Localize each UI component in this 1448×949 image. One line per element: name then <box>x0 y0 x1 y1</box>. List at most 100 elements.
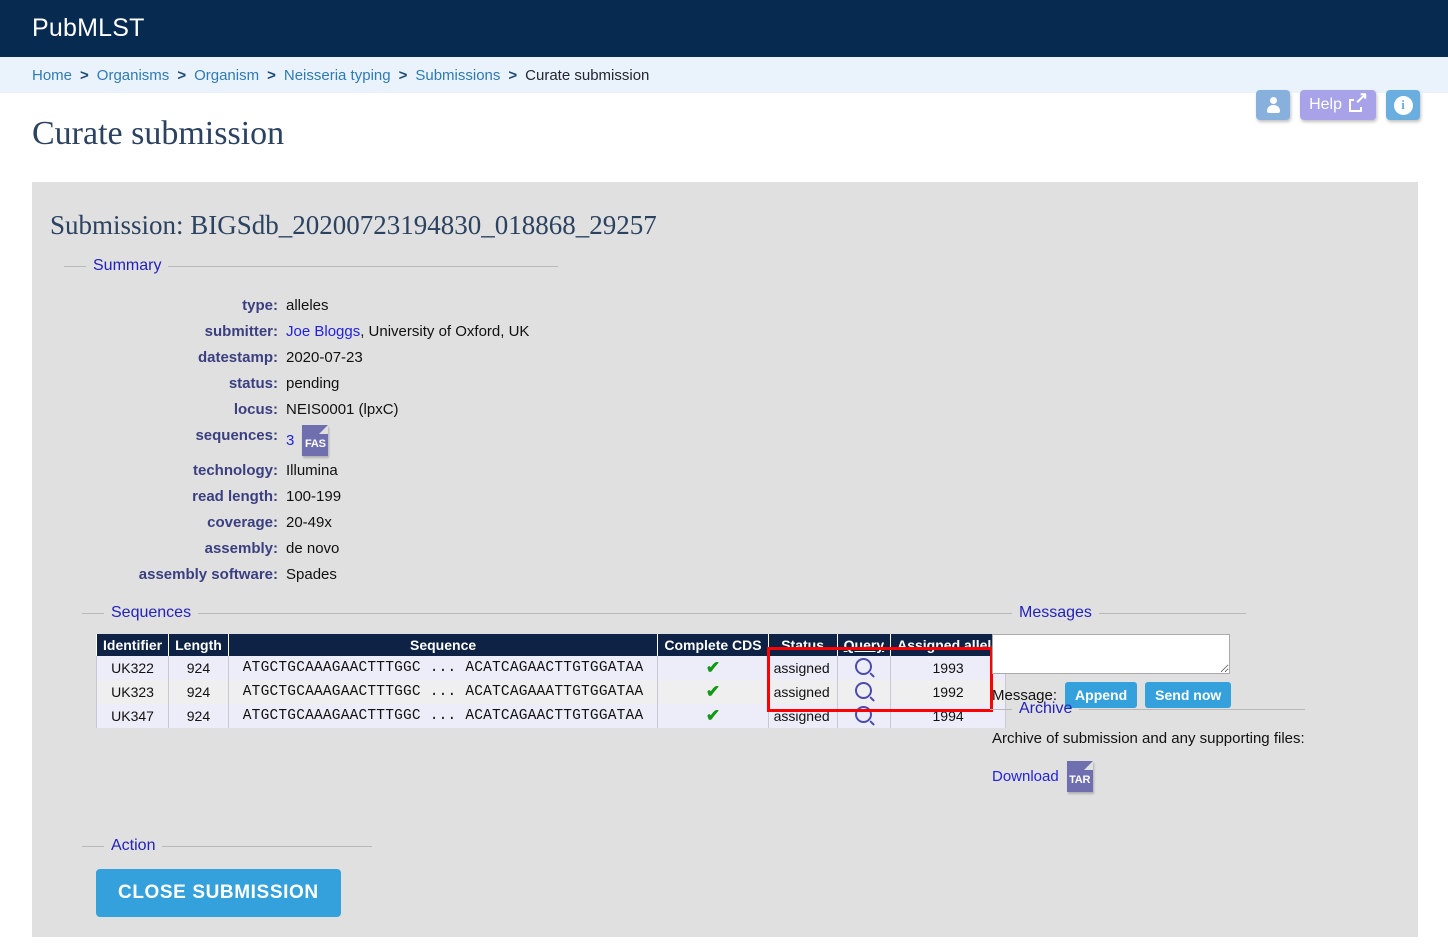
summary-value-coverage: 20-49x <box>286 514 332 531</box>
download-link[interactable]: Download <box>992 768 1059 785</box>
help-button[interactable]: Help <box>1300 90 1376 120</box>
archive-section: Archive Archive of submission and any su… <box>990 700 1305 792</box>
summary-value-assembly-software: Spades <box>286 566 337 583</box>
table-row: UK322 924 ATGCTGCAAAGAACTTTGGC ... ACATC… <box>95 656 1007 680</box>
summary-value-read-length: 100-199 <box>286 488 342 505</box>
summary-label-datestamp: datestamp: <box>197 349 278 366</box>
close-submission-button[interactable]: CLOSE SUBMISSION <box>96 869 341 917</box>
column-header-assigned-allele: Assigned allele <box>890 634 1007 656</box>
cell-sequence: ATGCTGCAAAGAACTTTGGC ... ACATCAGAACTTGTG… <box>227 656 659 680</box>
tar-file-icon[interactable]: TAR <box>1066 761 1093 792</box>
search-icon[interactable] <box>855 658 873 675</box>
page-title: Curate submission <box>32 115 285 152</box>
table-header-row: Identifier Length Sequence Complete CDS … <box>95 634 1007 656</box>
breadcrumb: Home > Organisms > Organism > Neisseria … <box>0 57 1448 93</box>
column-header-query: Query <box>836 634 892 656</box>
column-header-status: Status <box>767 634 838 656</box>
summary-value-assembly: de novo <box>286 540 340 557</box>
cell-complete-cds: ✔ <box>657 656 769 680</box>
summary-label-submitter: submitter: <box>204 323 278 340</box>
top-icon-bar: Help i <box>1256 90 1420 120</box>
check-icon: ✔ <box>705 706 721 725</box>
submitter-link[interactable]: Joe Bloggs <box>286 321 360 343</box>
column-header-complete-cds: Complete CDS <box>657 634 769 656</box>
cell-query[interactable] <box>836 704 892 728</box>
summary-value-submitter: Joe Bloggs, University of Oxford, UK <box>286 319 558 345</box>
sequences-section: Sequences Identifier Length Sequence Com… <box>82 604 1007 728</box>
tar-file-icon-label: TAR <box>1069 774 1091 786</box>
breadcrumb-item-current: Curate submission <box>525 66 650 84</box>
fasta-file-icon-label: FAS <box>304 438 326 450</box>
sequences-table: Identifier Length Sequence Complete CDS … <box>95 634 1007 728</box>
cell-assigned-allele: 1994 <box>890 704 1007 728</box>
cell-status: assigned <box>767 656 838 680</box>
cell-identifier: UK322 <box>95 656 170 680</box>
breadcrumb-separator: > <box>508 66 518 84</box>
column-header-sequence: Sequence <box>227 634 659 656</box>
breadcrumb-separator: > <box>177 66 187 84</box>
table-row: UK323 924 ATGCTGCAAAGAACTTTGGC ... ACATC… <box>95 680 1007 704</box>
action-legend: Action <box>111 837 156 854</box>
help-label: Help <box>1309 96 1342 113</box>
search-icon[interactable] <box>855 706 873 723</box>
summary-label-coverage: coverage: <box>207 514 278 531</box>
info-button[interactable]: i <box>1386 90 1420 120</box>
summary-value-technology: Illumina <box>286 462 338 479</box>
breadcrumb-item-organisms[interactable]: Organisms <box>97 67 170 84</box>
cell-complete-cds: ✔ <box>657 680 769 704</box>
summary-section: Summary type: alleles submitter: Joe Blo… <box>64 257 558 588</box>
summary-value-sequences: 3 FAS <box>286 423 558 458</box>
breadcrumb-item-neisseria-typing[interactable]: Neisseria typing <box>284 67 391 84</box>
sequences-legend: Sequences <box>111 604 192 621</box>
table-row: UK347 924 ATGCTGCAAAGAACTTTGGC ... ACATC… <box>95 704 1007 728</box>
summary-label-sequences: sequences: <box>195 427 278 444</box>
sequences-count-link[interactable]: 3 <box>286 429 294 453</box>
breadcrumb-item-submissions[interactable]: Submissions <box>415 67 500 84</box>
archive-legend: Archive <box>1019 700 1073 717</box>
user-account-button[interactable] <box>1256 90 1291 120</box>
breadcrumb-separator: > <box>398 66 408 84</box>
summary-value-locus: NEIS0001 (lpxC) <box>286 401 399 418</box>
check-icon: ✔ <box>705 658 721 677</box>
cell-length: 924 <box>168 704 229 728</box>
summary-label-read-length: read length: <box>192 488 278 505</box>
message-input[interactable] <box>992 634 1230 674</box>
check-icon: ✔ <box>705 682 721 701</box>
site-logo-title: PubMLST <box>32 14 145 42</box>
site-header: PubMLST <box>0 0 1448 57</box>
summary-value-status: pending <box>286 375 340 392</box>
summary-label-assembly-software: assembly software: <box>138 566 278 583</box>
submitter-affiliation: , University of Oxford, UK <box>360 323 530 340</box>
cell-complete-cds: ✔ <box>657 704 769 728</box>
summary-value-type: alleles <box>286 297 329 314</box>
summary-legend: Summary <box>93 257 162 274</box>
breadcrumb-item-home[interactable]: Home <box>32 67 72 84</box>
external-link-icon <box>1349 91 1369 114</box>
cell-assigned-allele: 1993 <box>890 656 1007 680</box>
cell-query[interactable] <box>836 656 892 680</box>
archive-description: Archive of submission and any supporting… <box>992 730 1305 747</box>
cell-identifier: UK347 <box>95 704 170 728</box>
submission-panel: Submission: BIGSdb_20200723194830_018868… <box>32 182 1418 937</box>
cell-sequence: ATGCTGCAAAGAACTTTGGC ... ACATCAGAACTTGTG… <box>227 704 659 728</box>
column-header-length: Length <box>168 634 229 656</box>
summary-list: type: alleles submitter: Joe Bloggs, Uni… <box>64 293 558 588</box>
breadcrumb-separator: > <box>80 66 89 84</box>
info-icon: i <box>1393 95 1413 115</box>
messages-section: Messages Message: Append Send now <box>990 604 1246 708</box>
archive-download-row: Download TAR <box>992 761 1305 792</box>
action-section: Action CLOSE SUBMISSION <box>82 837 372 917</box>
cell-length: 924 <box>168 656 229 680</box>
breadcrumb-item-organism[interactable]: Organism <box>194 67 259 84</box>
summary-label-locus: locus: <box>233 401 278 418</box>
cell-status: assigned <box>767 680 838 704</box>
messages-legend: Messages <box>1019 604 1092 621</box>
summary-value-datestamp: 2020-07-23 <box>286 349 363 366</box>
cell-query[interactable] <box>836 680 892 704</box>
column-header-identifier: Identifier <box>95 634 170 656</box>
cell-length: 924 <box>168 680 229 704</box>
search-icon[interactable] <box>855 682 873 699</box>
fasta-file-icon[interactable]: FAS <box>302 425 329 456</box>
summary-label-status: status: <box>228 375 278 392</box>
cell-identifier: UK323 <box>95 680 170 704</box>
